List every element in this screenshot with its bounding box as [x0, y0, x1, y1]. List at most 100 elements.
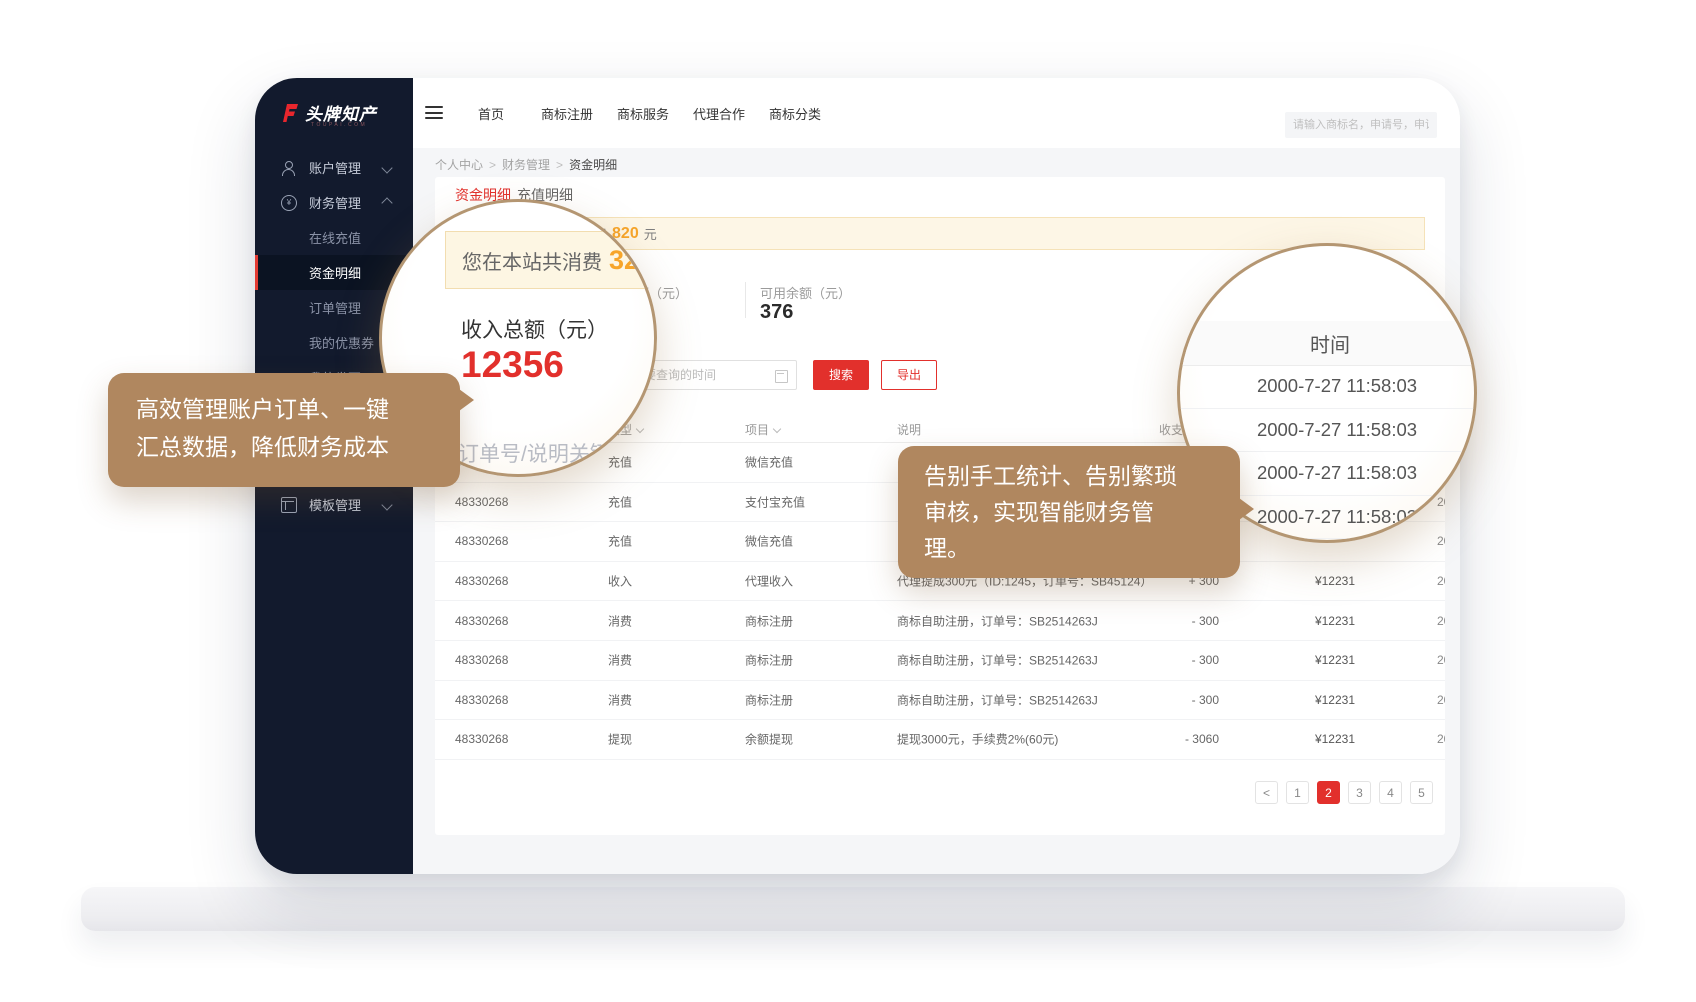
breadcrumb-item[interactable]: 财务管理: [502, 158, 550, 172]
pagination-prev[interactable]: <: [1255, 781, 1278, 804]
cell-type: 消费: [608, 691, 632, 708]
sidebar-item-0[interactable]: 账户管理: [255, 150, 413, 185]
nav-item-1[interactable]: 商标注册: [529, 104, 605, 123]
nav-item-0[interactable]: 首页: [453, 104, 529, 123]
breadcrumb-separator: >: [556, 158, 563, 172]
cell-time: 2000-7-27 11:58:03: [1437, 653, 1445, 667]
stage: 头牌知产 TOUPAI.COM 账户管理¥财务管理在线充值资金明细订单管理我的优…: [0, 0, 1696, 1002]
pagination: <12345: [1255, 781, 1433, 804]
sidebar-item-label: 模板管理: [309, 495, 361, 514]
breadcrumb-separator: >: [489, 158, 496, 172]
pagination-page-3[interactable]: 3: [1348, 781, 1371, 804]
pagination-page-2[interactable]: 2: [1317, 781, 1340, 804]
cell-project: 余额提现: [745, 731, 793, 748]
magnified-keyword-placeholder: 订单号/说明关键: [458, 438, 611, 468]
cell-type: 消费: [608, 652, 632, 669]
search-input[interactable]: [1285, 112, 1437, 138]
sidebar-item-2[interactable]: 在线充值: [255, 220, 413, 255]
sort-caret-icon[interactable]: [773, 425, 781, 433]
cell-type: 充值: [608, 533, 632, 550]
cell-project: 商标注册: [745, 691, 793, 708]
sidebar-item-label: 财务管理: [309, 193, 361, 212]
breadcrumb-current: 资金明细: [569, 158, 617, 172]
cell-type: 收入: [608, 573, 632, 590]
nav-item-4[interactable]: 商标分类: [757, 104, 833, 123]
column-header-2: 项目: [745, 421, 780, 438]
table-row[interactable]: 48330268 提现 余额提现 提现3000元，手续费2%(60元) - 3060 ¥1…: [435, 720, 1445, 760]
cell-balance: ¥12231: [1235, 574, 1355, 588]
table-row[interactable]: 48330268 消费 商标注册 商标自助注册，订单号：SB2514263J- 300…: [435, 681, 1445, 721]
sidebar-item-7[interactable]: 模板管理: [255, 487, 413, 522]
cell-time: 2000-7-27 11:58:03: [1437, 614, 1445, 628]
cell-project: 微信充值: [745, 533, 793, 550]
search-button[interactable]: 搜索: [813, 360, 869, 390]
calendar-icon: [775, 370, 788, 383]
breadcrumb: 个人中心 > 财务管理 > 资金明细: [435, 156, 617, 173]
cell-desc: 提现3000元，手续费2%(60元): [897, 731, 1058, 748]
cell-project: 微信充值: [745, 454, 793, 471]
cell-order: 48330268: [455, 732, 508, 746]
cell-balance: ¥12231: [1235, 693, 1355, 707]
cell-amount: - 300: [1075, 614, 1219, 628]
pagination-page-5[interactable]: 5: [1410, 781, 1433, 804]
table-row[interactable]: 48330268 消费 商标注册 商标自助注册，订单号：SB2514263J- 300…: [435, 641, 1445, 681]
stat-balance-label: 可用余额（元）: [760, 283, 851, 302]
cell-order: 48330268: [455, 653, 508, 667]
cell-order: 48330268: [455, 495, 508, 509]
cell-project: 代理收入: [745, 573, 793, 590]
sort-caret-icon[interactable]: [636, 425, 644, 433]
sidebar-item-label: 订单管理: [309, 298, 361, 317]
cell-desc: 商标自助注册，订单号：SB2514263J: [897, 691, 1098, 708]
sidebar-item-label: 我的优惠券: [309, 333, 374, 352]
column-header-3: 说明: [897, 421, 921, 438]
sidebar-item-label: 资金明细: [309, 263, 361, 282]
nav-items: 首页商标注册商标服务代理合作商标分类: [453, 78, 833, 148]
cell-amount: - 3060: [1075, 732, 1219, 746]
cell-balance: ¥12231: [1235, 732, 1355, 746]
hamburger-icon[interactable]: [425, 106, 443, 119]
stat-divider: [745, 282, 746, 318]
cell-type: 消费: [608, 612, 632, 629]
tooltip-left-arrow: [459, 389, 474, 411]
template-icon: [281, 497, 297, 513]
sidebar-item-label: 账户管理: [309, 158, 361, 177]
cell-project: 支付宝充值: [745, 493, 805, 510]
breadcrumb-item[interactable]: 个人中心: [435, 158, 483, 172]
laptop-base: [81, 887, 1625, 931]
cell-order: 48330268: [455, 693, 508, 707]
cell-balance: ¥12231: [1235, 653, 1355, 667]
cell-project: 商标注册: [745, 612, 793, 629]
chevron-down-icon: [381, 499, 392, 510]
nav-item-3[interactable]: 代理合作: [681, 104, 757, 123]
magnified-banner: 您在本站共消费32124元: [445, 231, 657, 289]
chevron-up-icon: [381, 197, 392, 208]
user-icon: [281, 161, 295, 175]
cell-order: 48330268: [455, 574, 508, 588]
pagination-page-4[interactable]: 4: [1379, 781, 1402, 804]
logo-tagline: TOUPAI.COM: [311, 122, 367, 128]
cell-time: 2000-7-27 11:58:03: [1437, 574, 1445, 588]
nav-item-2[interactable]: 商标服务: [605, 104, 681, 123]
finance-icon: ¥: [281, 195, 297, 211]
table-row[interactable]: 48330268消费商标注册商标自助注册，订单号：SB2514263J- 300…: [435, 601, 1445, 641]
export-button[interactable]: 导出: [881, 360, 937, 390]
cell-type: 提现: [608, 731, 632, 748]
cell-time: 2000-7-27 11:58:03: [1437, 732, 1445, 746]
sidebar-item-label: 在线充值: [309, 228, 361, 247]
magnified-banner-prefix: 您在本站共消费: [462, 246, 602, 275]
cell-project: 商标注册: [745, 652, 793, 669]
top-navbar: 首页商标注册商标服务代理合作商标分类: [413, 78, 1460, 148]
cell-amount: - 300: [1075, 693, 1219, 707]
pagination-page-1[interactable]: 1: [1286, 781, 1309, 804]
cell-desc: 商标自助注册，订单号：SB2514263J: [897, 652, 1098, 669]
sidebar-item-1[interactable]: ¥ 财务管理: [255, 185, 413, 220]
magnified-banner-amount: 32124: [609, 245, 657, 276]
tooltip-left-arrow-wrap: [108, 373, 460, 487]
cell-amount: - 300: [1075, 653, 1219, 667]
cell-type: 充值: [608, 454, 632, 471]
stat-balance-value: 376: [760, 301, 793, 324]
magnified-income-value: 12356: [461, 344, 564, 386]
tooltip-right-arrow: [1239, 498, 1254, 520]
cell-type: 充值: [608, 493, 632, 510]
chevron-down-icon: [381, 162, 392, 173]
